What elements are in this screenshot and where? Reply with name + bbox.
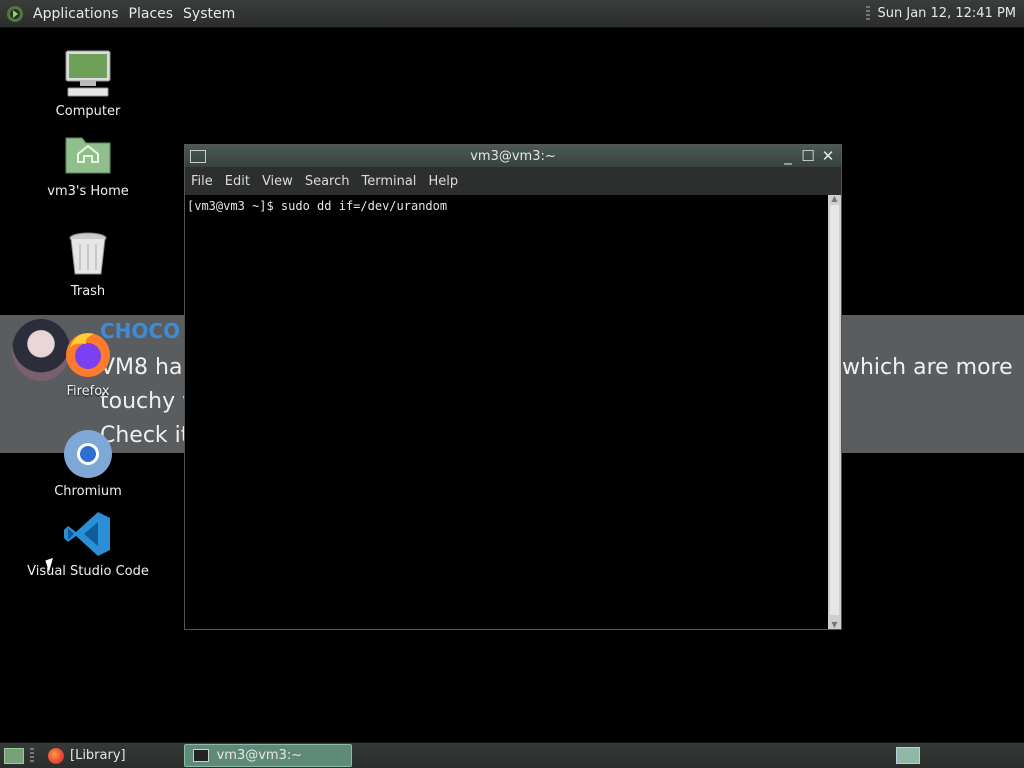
desktop-icon-home[interactable]: vm3's Home <box>23 128 153 199</box>
top-panel: Applications Places System Sun Jan 12, 1… <box>0 0 1024 28</box>
home-folder-icon <box>62 128 114 180</box>
minimize-button[interactable]: _ <box>781 147 795 165</box>
menu-search[interactable]: Search <box>299 174 356 189</box>
terminal-titlebar[interactable]: vm3@vm3:~ _ ☐ ✕ <box>185 145 841 167</box>
terminal-content[interactable]: [vm3@vm3 ~]$ sudo dd if=/dev/urandom <box>185 195 828 629</box>
applications-menu[interactable]: Applications <box>28 6 124 22</box>
terminal-icon <box>192 749 209 762</box>
terminal-scrollbar[interactable]: ▲ ▼ <box>828 195 841 629</box>
desktop-icon-label: Chromium <box>54 484 122 499</box>
desktop-icon-firefox[interactable]: Firefox <box>23 328 153 399</box>
notification-line-tail: which are more <box>842 355 1013 380</box>
desktop-icon-vscode[interactable]: Visual Studio Code <box>23 508 153 579</box>
terminal-icon[interactable] <box>190 149 206 163</box>
workspace-switcher[interactable] <box>896 747 920 764</box>
terminal-prompt-line: [vm3@vm3 ~]$ sudo dd if=/dev/urandom <box>187 199 448 213</box>
desktop-icon-label: Firefox <box>66 384 110 399</box>
terminal-menubar: File Edit View Search Terminal Help <box>185 167 841 195</box>
taskbar-item-label: [Library] <box>70 748 126 763</box>
mate-logo-icon[interactable] <box>6 5 24 23</box>
scrollbar-thumb[interactable] <box>830 205 839 615</box>
menu-terminal[interactable]: Terminal <box>355 174 422 189</box>
close-button[interactable]: ✕ <box>821 147 835 165</box>
bottom-panel: [Library] vm3@vm3:~ <box>0 742 1024 768</box>
desktop-icon-chromium[interactable]: Chromium <box>23 428 153 499</box>
panel-handle[interactable] <box>865 5 870 22</box>
desktop-icon-trash[interactable]: Trash <box>23 228 153 299</box>
menu-view[interactable]: View <box>256 174 299 189</box>
desktop-icon-label: Computer <box>55 104 121 119</box>
taskbar-item-terminal[interactable]: vm3@vm3:~ <box>183 744 352 767</box>
firefox-icon <box>62 328 114 380</box>
menu-edit[interactable]: Edit <box>219 174 256 189</box>
show-desktop-icon[interactable] <box>4 747 24 764</box>
scroll-up-arrow-icon[interactable]: ▲ <box>828 195 841 203</box>
scroll-down-arrow-icon[interactable]: ▼ <box>828 621 841 629</box>
terminal-window[interactable]: vm3@vm3:~ _ ☐ ✕ File Edit View Search Te… <box>184 144 842 630</box>
desktop-icon-label: Visual Studio Code <box>27 564 149 579</box>
desktop-icon-label: vm3's Home <box>47 184 129 199</box>
menu-help[interactable]: Help <box>422 174 464 189</box>
firefox-icon <box>48 747 64 764</box>
taskbar-item-library[interactable]: [Library] <box>40 745 134 766</box>
desktop-icon-computer[interactable]: Computer <box>23 48 153 119</box>
maximize-button[interactable]: ☐ <box>801 147 815 165</box>
desktop-icon-label: Trash <box>70 284 106 299</box>
vscode-icon <box>62 508 114 560</box>
window-title: vm3@vm3:~ <box>470 148 556 164</box>
places-menu[interactable]: Places <box>124 6 179 22</box>
menu-file[interactable]: File <box>185 174 219 189</box>
clock[interactable]: Sun Jan 12, 12:41 PM <box>878 6 1017 21</box>
panel-handle[interactable] <box>30 747 34 764</box>
system-menu[interactable]: System <box>178 6 240 22</box>
computer-icon <box>62 48 114 100</box>
trash-icon <box>62 228 114 280</box>
window-controls: _ ☐ ✕ <box>781 147 835 165</box>
taskbar-item-label: vm3@vm3:~ <box>216 748 303 763</box>
chromium-icon <box>62 428 114 480</box>
